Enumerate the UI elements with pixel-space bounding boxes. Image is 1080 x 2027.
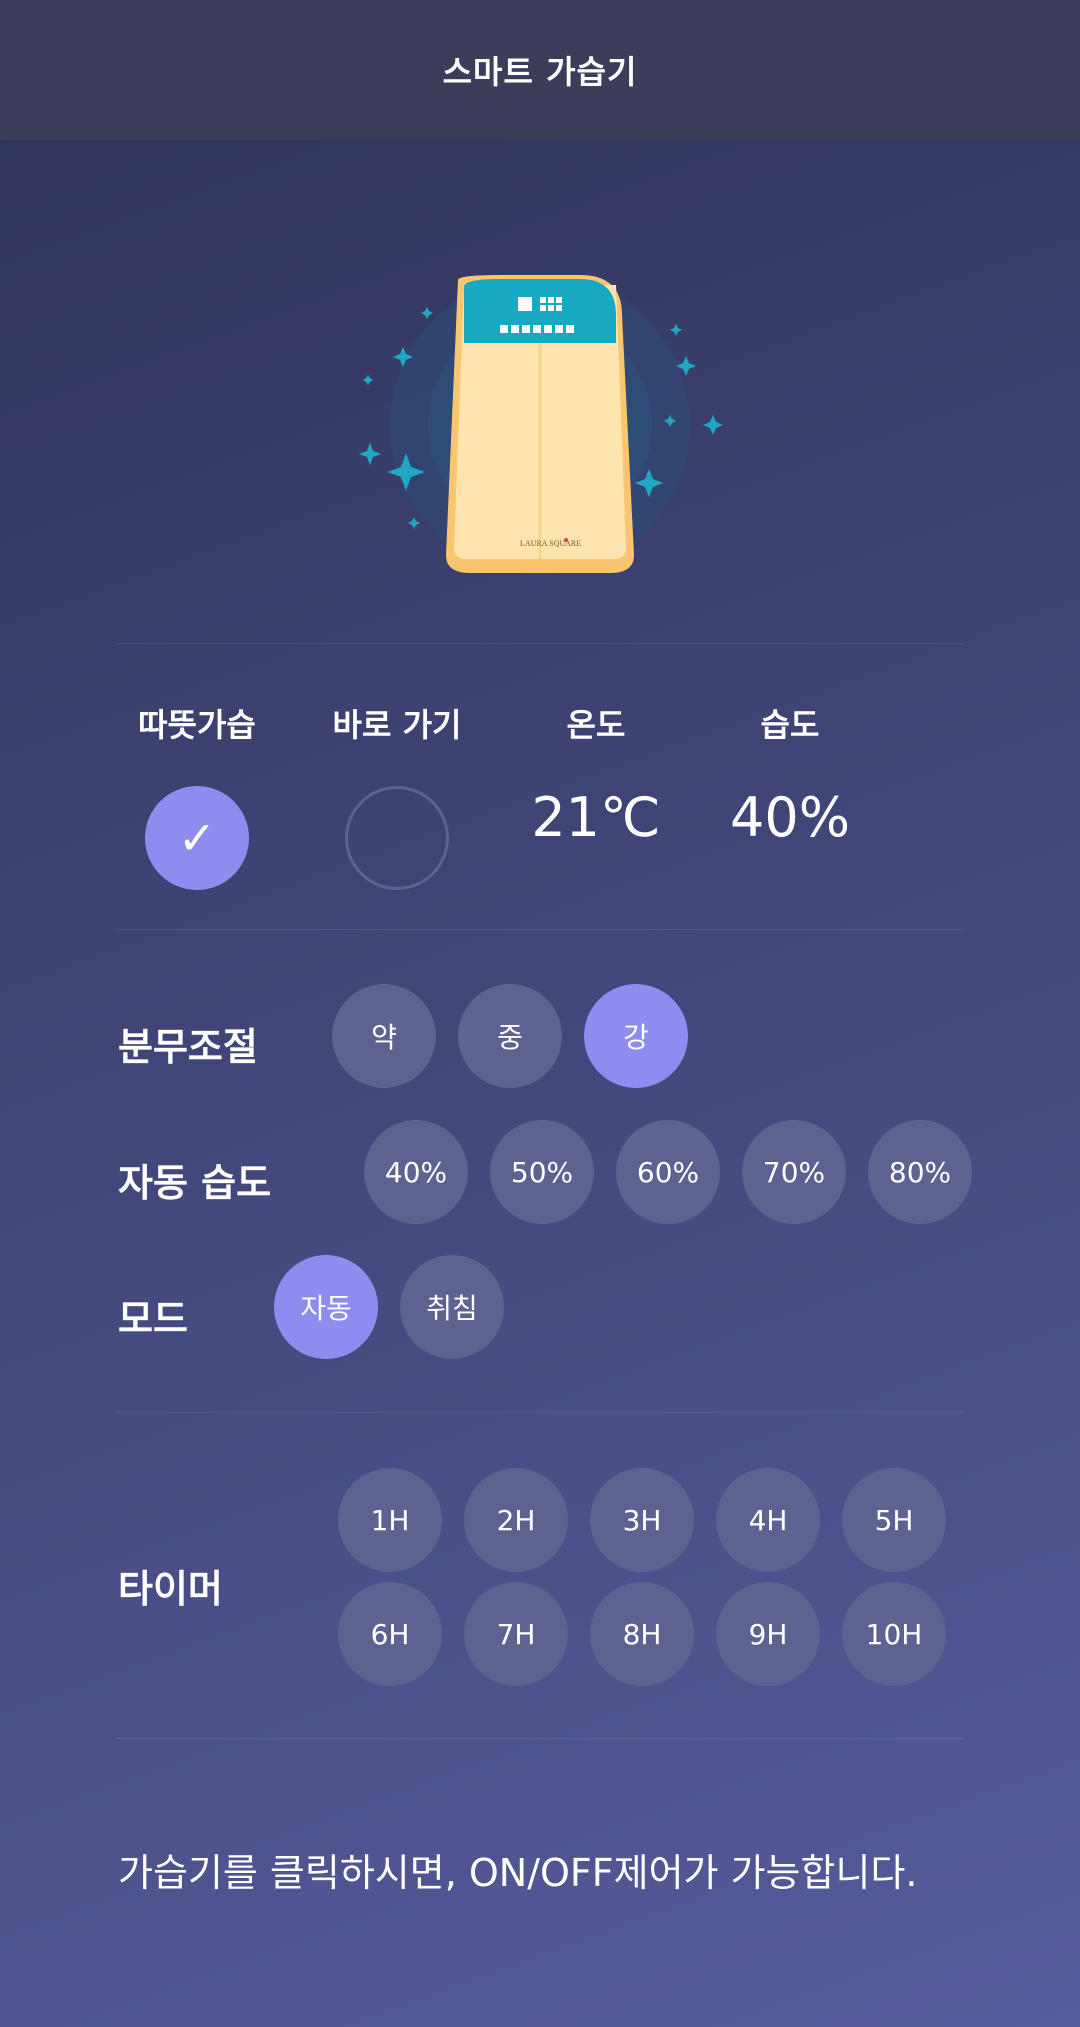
timer-label: 타이머 [118, 1567, 223, 1611]
shortcut-toggle[interactable] [345, 786, 449, 890]
shortcut-label: 바로 가기 [332, 706, 462, 744]
brand-label: LAURA SQUARE [520, 539, 581, 548]
check-icon: ✓ [177, 811, 217, 865]
timer-button[interactable]: 5H [842, 1468, 946, 1572]
auto-humidity-button[interactable]: 50% [490, 1120, 594, 1224]
mode-label: 모드 [118, 1297, 188, 1341]
mode-auto-button[interactable]: 자동 [274, 1255, 378, 1359]
temperature-label: 온도 [566, 706, 626, 744]
sparkle-icon [408, 517, 420, 529]
temperature-value: 21℃ [531, 786, 661, 849]
sparkle-icon [363, 375, 373, 385]
shortcut-status: 바로 가기 [307, 700, 487, 890]
auto-humidity-button[interactable]: 70% [742, 1120, 846, 1224]
timer-button[interactable]: 3H [590, 1468, 694, 1572]
mist-option-button[interactable]: 약 [332, 984, 436, 1088]
sparkle-icon [703, 415, 723, 435]
app-header: 스마트 가습기 [0, 0, 1080, 140]
divider [115, 1412, 965, 1413]
humidifier-device[interactable]: LAURA SQUARE [340, 255, 740, 595]
mist-option-button[interactable]: 중 [458, 984, 562, 1088]
divider [115, 643, 965, 644]
timer-button[interactable]: 7H [464, 1582, 568, 1686]
humidifier-illustration[interactable]: LAURA SQUARE [340, 255, 740, 595]
sparkle-icon [421, 307, 433, 319]
humidity-label: 습도 [760, 706, 820, 744]
warm-humidify-toggle[interactable]: ✓ [145, 786, 249, 890]
timer-button[interactable]: 9H [716, 1582, 820, 1686]
temperature-status: 온도 21℃ [506, 700, 686, 849]
timer-button[interactable]: 10H [842, 1582, 946, 1686]
timer-button[interactable]: 8H [590, 1582, 694, 1686]
auto-humidity-button[interactable]: 60% [616, 1120, 720, 1224]
warm-humidify-label: 따뜻가습 [138, 706, 256, 744]
timer-button[interactable]: 4H [716, 1468, 820, 1572]
mist-control-label: 분무조절 [118, 1025, 258, 1069]
page-title: 스마트 가습기 [442, 53, 638, 91]
divider [115, 1738, 965, 1739]
humidity-status: 습도 40% [700, 700, 880, 849]
warm-humidify-status: 따뜻가습 ✓ [107, 700, 287, 890]
footer-note: 가습기를 클릭하시면, ON/OFF제어가 가능합니다. [118, 1851, 918, 1895]
timer-button[interactable]: 1H [338, 1468, 442, 1572]
auto-humidity-label: 자동 습도 [118, 1161, 272, 1205]
mist-option-button[interactable]: 강 [584, 984, 688, 1088]
mode-sleep-button[interactable]: 취침 [400, 1255, 504, 1359]
humidity-value: 40% [729, 786, 851, 849]
sparkle-icon [670, 324, 682, 336]
divider [115, 929, 965, 930]
auto-humidity-button[interactable]: 40% [364, 1120, 468, 1224]
timer-button[interactable]: 6H [338, 1582, 442, 1686]
auto-humidity-button[interactable]: 80% [868, 1120, 972, 1224]
timer-button[interactable]: 2H [464, 1468, 568, 1572]
sparkle-icon [359, 443, 381, 465]
